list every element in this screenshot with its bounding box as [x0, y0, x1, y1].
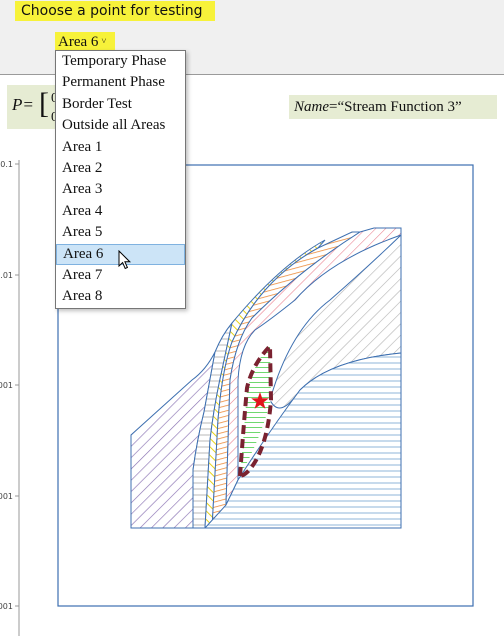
selected-value: Area 6: [58, 34, 99, 50]
dropdown-option[interactable]: Border Test: [56, 94, 185, 115]
y-tick-label: 0.01: [0, 271, 13, 280]
instruction-banner: Choose a point for testing: [15, 1, 215, 21]
dropdown-option[interactable]: Area 8: [56, 286, 185, 307]
dropdown-option[interactable]: Permanent Phase: [56, 72, 185, 93]
y-tick-label: 0.001: [0, 381, 13, 390]
chevron-down-icon: ˅: [101, 36, 107, 46]
dropdown-option[interactable]: Area 2: [56, 158, 185, 179]
dropdown-option[interactable]: Area 3: [56, 179, 185, 200]
dropdown-option[interactable]: Area 4: [56, 201, 185, 222]
y-tick-label: 0.0001: [0, 492, 13, 501]
area-selector-combobox[interactable]: Area 6 ˅: [55, 32, 115, 51]
y-tick-label: 0.00001: [0, 602, 13, 611]
dropdown-option[interactable]: Outside all Areas: [56, 115, 185, 136]
mouse-pointer-icon: [118, 250, 132, 270]
area-dropdown-list[interactable]: Temporary Phase Permanent Phase Border T…: [55, 50, 186, 309]
dropdown-option[interactable]: Temporary Phase: [56, 51, 185, 72]
dropdown-option[interactable]: Area 5: [56, 222, 185, 243]
y-tick-label: 0.1: [0, 160, 13, 169]
y-axis-ticks: [15, 163, 19, 607]
dropdown-option[interactable]: Area 1: [56, 137, 185, 158]
